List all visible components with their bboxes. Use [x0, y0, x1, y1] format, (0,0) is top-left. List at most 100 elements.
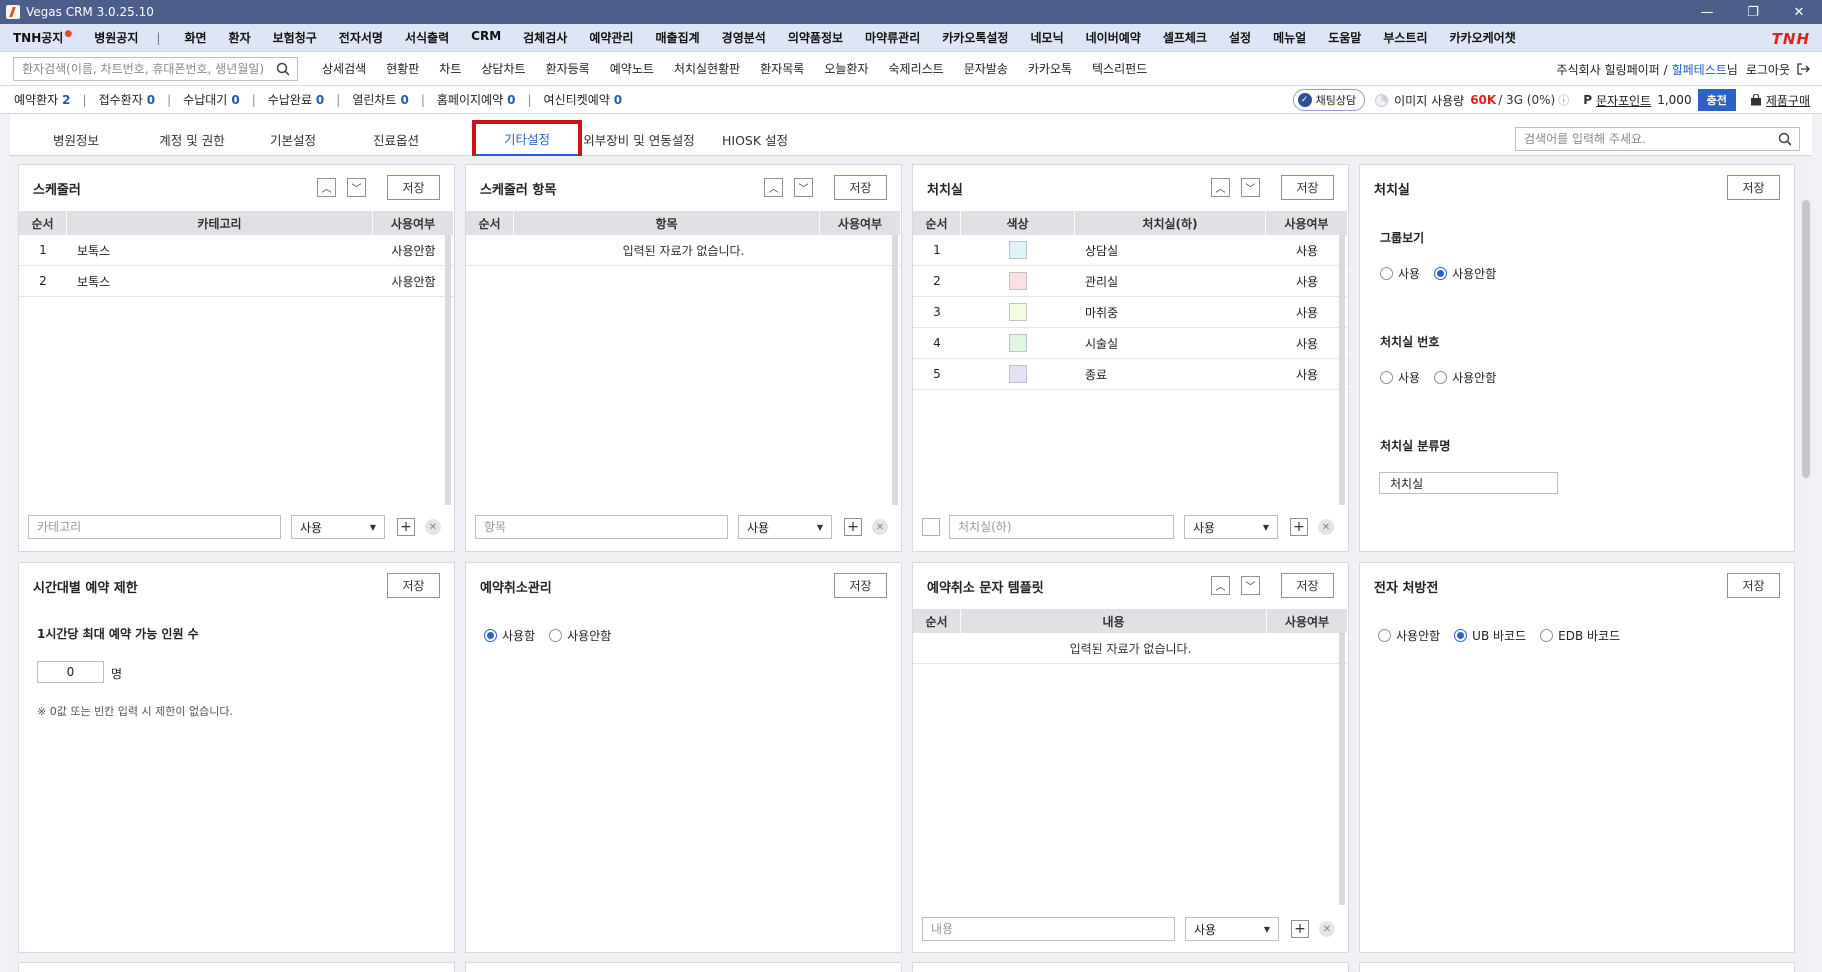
status-count-item[interactable]: 홈페이지예약 0 [437, 91, 516, 108]
add-button[interactable]: + [844, 518, 862, 536]
color-picker-box[interactable] [922, 518, 940, 536]
save-button[interactable]: 저장 [1727, 175, 1780, 200]
menu-item[interactable]: 셀프체크 [1163, 29, 1207, 46]
item-input[interactable] [484, 520, 719, 534]
radio-cancel-not-use[interactable] [549, 629, 563, 642]
menu-item[interactable]: 경영분석 [722, 29, 766, 46]
menu-item[interactable]: 전자서명 [339, 29, 383, 46]
move-down-button[interactable]: ﹀ [1241, 576, 1260, 595]
save-button[interactable]: 저장 [834, 573, 887, 598]
radio-ub-barcode[interactable] [1454, 629, 1468, 642]
use-select[interactable]: 사용 ▼ [1185, 917, 1279, 941]
quick-link[interactable]: 텍스리펀드 [1092, 60, 1147, 77]
content-input[interactable] [931, 922, 1166, 936]
status-count-item[interactable]: 열린차트 0 [352, 91, 409, 108]
scrollbar[interactable] [892, 235, 898, 505]
quick-link[interactable]: 환자등록 [546, 60, 590, 77]
radio-number-not-use[interactable] [1434, 371, 1448, 384]
radio-group-use[interactable] [1380, 267, 1393, 280]
menu-item[interactable]: 서식출력 [405, 29, 449, 46]
tab-2[interactable]: 기본설정 [250, 122, 336, 156]
status-count-item[interactable]: 수납대기 0 [183, 91, 240, 108]
status-count-item[interactable]: 여신티켓예약 0 [544, 91, 623, 108]
move-down-button[interactable]: ﹀ [1241, 178, 1260, 197]
quick-link[interactable]: 상세검색 [322, 60, 366, 77]
use-select[interactable]: 사용 ▼ [291, 515, 385, 539]
menu-tnh-notice[interactable]: TNH공지● [13, 29, 72, 46]
color-swatch[interactable] [1009, 365, 1027, 383]
save-button[interactable]: 저장 [387, 175, 440, 200]
use-select[interactable]: 사용 ▼ [738, 515, 832, 539]
charge-button[interactable]: 충전 [1697, 89, 1736, 111]
quick-link[interactable]: 현황판 [386, 60, 419, 77]
add-button[interactable]: + [1290, 518, 1308, 536]
add-button[interactable]: + [397, 518, 415, 536]
table-row[interactable]: 1 상담실 사용 [913, 235, 1348, 266]
clear-button[interactable]: ✕ [425, 519, 441, 535]
quick-link[interactable]: 숙제리스트 [889, 60, 944, 77]
save-button[interactable]: 저장 [387, 573, 440, 598]
category-input[interactable] [37, 520, 272, 534]
color-swatch[interactable] [1009, 272, 1027, 290]
search-icon[interactable] [276, 62, 289, 76]
scrollbar[interactable] [1339, 633, 1345, 905]
status-count-item[interactable]: 수납완료 0 [268, 91, 325, 108]
clear-button[interactable]: ✕ [872, 519, 888, 535]
move-up-button[interactable]: ︿ [764, 178, 783, 197]
scrollbar[interactable] [1339, 235, 1345, 505]
quick-link[interactable]: 카카오톡 [1028, 60, 1072, 77]
move-up-button[interactable]: ︿ [1211, 178, 1230, 197]
menu-item[interactable]: 매출집계 [655, 29, 699, 46]
menu-item[interactable]: 화면 [184, 29, 206, 46]
logout-link[interactable]: 로그아웃 [1746, 61, 1790, 78]
table-row[interactable]: 4 시술실 사용 [913, 328, 1348, 359]
room-category-input[interactable]: 처치실 [1379, 472, 1558, 494]
use-select[interactable]: 사용 ▼ [1184, 515, 1278, 539]
status-count-item[interactable]: 예약환자 2 [14, 91, 71, 108]
move-down-button[interactable]: ﹀ [794, 178, 813, 197]
radio-number-use[interactable] [1380, 371, 1393, 384]
table-row[interactable]: 3 마취중 사용 [913, 297, 1348, 328]
radio-edb-barcode[interactable] [1540, 629, 1554, 642]
maximize-button[interactable]: ❐ [1730, 0, 1776, 24]
menu-hospital-notice[interactable]: 병원공지 [94, 29, 138, 46]
info-icon[interactable]: ⓘ [1558, 92, 1569, 108]
save-button[interactable]: 저장 [1281, 175, 1334, 200]
menu-item[interactable]: 예약관리 [589, 29, 633, 46]
menu-item[interactable]: 네모닉 [1030, 29, 1063, 46]
menu-item[interactable]: 카카오케어챗 [1450, 29, 1516, 46]
radio-group-not-use[interactable] [1434, 267, 1448, 280]
menu-item[interactable]: 도움말 [1328, 29, 1361, 46]
menu-item[interactable]: 환자 [229, 29, 251, 46]
tab-1[interactable]: 계정 및 권한 [140, 122, 244, 156]
menu-item[interactable]: 설정 [1229, 29, 1251, 46]
radio-cancel-use[interactable] [484, 629, 497, 642]
user-name[interactable]: 힐페테스트 [1672, 61, 1727, 78]
logout-icon[interactable] [1796, 62, 1810, 76]
menu-item[interactable]: 카카오톡설정 [942, 29, 1008, 46]
buy-product-link[interactable]: 제품구매 [1766, 92, 1810, 109]
max-per-hour-input[interactable]: 0 [37, 661, 104, 683]
quick-link[interactable]: 예약노트 [610, 60, 654, 77]
tab-5[interactable]: 외부장비 및 연동설정 [570, 122, 708, 156]
clear-button[interactable]: ✕ [1318, 519, 1334, 535]
chat-consult-button[interactable]: ✓ 채팅상담 [1292, 89, 1366, 111]
radio-no-barcode[interactable] [1378, 629, 1391, 642]
move-up-button[interactable]: ︿ [317, 178, 336, 197]
menu-item[interactable]: 마약류관리 [865, 29, 920, 46]
menu-item[interactable]: 메뉴얼 [1273, 29, 1306, 46]
menu-item[interactable]: 검체검사 [523, 29, 567, 46]
quick-link[interactable]: 환자목록 [760, 60, 804, 77]
search-icon[interactable] [1778, 132, 1791, 146]
close-button[interactable]: ✕ [1776, 0, 1822, 24]
quick-link[interactable]: 처치실현황판 [674, 60, 740, 77]
menu-item[interactable]: 보험청구 [273, 29, 317, 46]
quick-link[interactable]: 차트 [439, 60, 461, 77]
add-button[interactable]: + [1291, 920, 1309, 938]
quick-link[interactable]: 오늘환자 [824, 60, 868, 77]
table-row[interactable]: 5 종료 사용 [913, 359, 1348, 390]
move-up-button[interactable]: ︿ [1211, 576, 1230, 595]
color-swatch[interactable] [1009, 303, 1027, 321]
menu-item[interactable]: CRM [471, 29, 501, 46]
tab-6[interactable]: HIOSK 설정 [710, 122, 800, 156]
